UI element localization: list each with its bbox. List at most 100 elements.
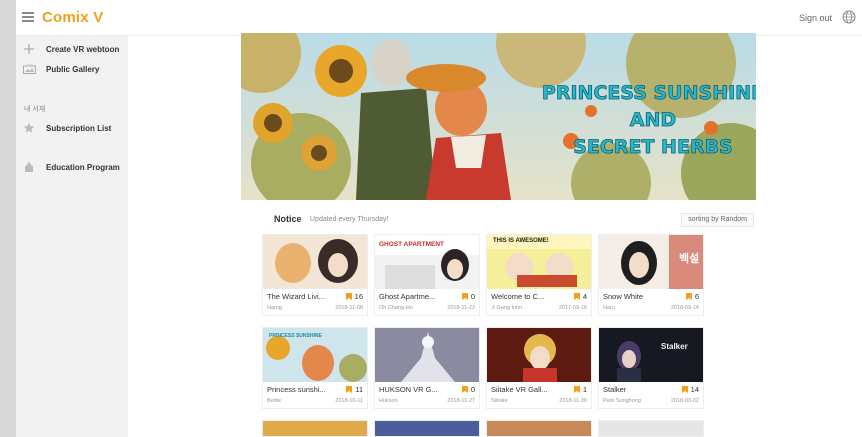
subscriber-count: 11 (346, 385, 363, 394)
thumbnail-caption: THIS IS AWESOME! (493, 238, 549, 244)
subscriber-count: 0 (461, 292, 475, 301)
bookmark-icon (681, 386, 688, 393)
sidebar-item-education-program[interactable]: Education Program (16, 159, 128, 175)
notice-row: Notice Updated every Thursday! sorting b… (274, 213, 754, 229)
card-date: 2018-11-30 (559, 398, 587, 404)
webtoon-card-partial[interactable] (486, 420, 592, 437)
bookmark-icon (461, 386, 468, 393)
webtoon-card[interactable]: PRINCESS SUNSHINE Princess sunshi... 11 Bet… (262, 327, 368, 409)
bookmark-icon (573, 293, 580, 300)
sidebar: Create VR webtoon Public Gallery 내 서재 Su… (16, 36, 128, 437)
webtoon-thumbnail (375, 328, 479, 382)
subscriber-count: 0 (461, 385, 475, 394)
hamburger-menu-icon[interactable] (22, 12, 34, 22)
count-value: 4 (582, 292, 587, 301)
webtoon-thumbnail: THIS IS AWESOME! (487, 235, 591, 289)
notice-title: Notice (274, 214, 302, 224)
top-bar: Comix V Sign out (16, 0, 862, 36)
sidebar-item-label: Create VR webtoon (46, 44, 120, 54)
gallery-icon (22, 63, 36, 75)
sidebar-item-label: Public Gallery (46, 64, 100, 74)
thumbnail-caption: PRINCESS SUNSHINE (269, 333, 322, 339)
subscriber-count: 16 (345, 292, 363, 301)
webtoon-card-partial[interactable] (598, 420, 704, 437)
webtoon-card[interactable]: 백설 Snow White 6 Haru 2018-09-14 (598, 234, 704, 316)
sidebar-section-heading: 내 서재 (24, 106, 46, 113)
app-window: Comix V Sign out Create VR webtoon Publi… (16, 0, 862, 437)
webtoon-thumbnail (487, 328, 591, 382)
count-value: 14 (690, 385, 699, 394)
sign-out-link[interactable]: Sign out (799, 13, 832, 23)
webtoon-thumbnail: GHOST APARTMENT (375, 235, 479, 289)
card-author: Park Sunghong (603, 398, 641, 404)
subscriber-count: 14 (681, 385, 699, 394)
card-date: 2018-03-02 (670, 398, 699, 404)
webtoon-card[interactable]: The Wizard Livi... 16 Harng 2018-11-08 (262, 234, 368, 316)
webtoon-card[interactable]: Stalker Stalker 14 Park Sunghong 2018-03-02 (598, 327, 704, 409)
webtoon-thumbnail (263, 235, 367, 289)
thumbnail-caption: GHOST APARTMENT (379, 240, 444, 248)
card-title: Stalker (603, 385, 627, 394)
card-date: 2018-11-08 (335, 305, 363, 311)
card-title: Ghost Apartme... (379, 292, 436, 301)
card-date: 2018-11-23 (447, 305, 475, 311)
card-author: Hukson (379, 398, 398, 404)
brand-logo[interactable]: Comix V (42, 9, 103, 26)
webtoon-card-partial[interactable] (374, 420, 480, 437)
subscriber-count: 4 (573, 292, 587, 301)
webtoon-thumbnail: 백설 (599, 235, 703, 289)
bookmark-icon (345, 293, 352, 300)
card-title: HUKSON VR G... (379, 385, 438, 394)
sort-dropdown[interactable]: sorting by Random (681, 213, 754, 227)
card-author: Oh Chang-Ho (379, 305, 413, 311)
banner-illustration: PRINCESS SUNSHINE AND SECRET HERBS (241, 33, 756, 200)
sidebar-item-label: Subscription List (46, 123, 112, 133)
card-date: 2018-09-14 (670, 305, 699, 311)
subscriber-count: 6 (685, 292, 699, 301)
webtoon-card[interactable]: THIS IS AWESOME! Welcome to C... 4 Ji Gang … (486, 234, 592, 316)
star-icon (22, 122, 36, 134)
bookmark-icon (573, 386, 580, 393)
card-title: Welcome to C... (491, 292, 545, 301)
banner-title-line2: AND (630, 109, 676, 131)
banner-title-line1: PRINCESS SUNSHINE (542, 82, 756, 104)
count-value: 6 (694, 292, 699, 301)
card-author: Bettie (267, 398, 282, 404)
bookmark-icon (685, 293, 692, 300)
count-value: 16 (354, 292, 363, 301)
webtoon-card-partial[interactable] (262, 420, 368, 437)
webtoon-card[interactable]: HUKSON VR G... 0 Hukson 2018-11-27 (374, 327, 480, 409)
card-author: Haru (603, 305, 615, 311)
count-value: 1 (582, 385, 587, 394)
globe-icon[interactable] (842, 10, 856, 24)
banner-title-line3: SECRET HERBS (573, 136, 732, 158)
card-date: 2018-10-11 (335, 398, 363, 404)
webtoon-card[interactable]: GHOST APARTMENT Ghost Apartme... 0 Oh Chang… (374, 234, 480, 316)
card-title: Princess sunshi... (267, 385, 326, 394)
bookmark-icon (461, 293, 468, 300)
sidebar-item-label: Education Program (46, 162, 120, 172)
card-author: Siitake (491, 398, 508, 404)
card-date: 2018-11-27 (447, 398, 475, 404)
thumbnail-caption: Stalker (661, 342, 688, 351)
card-date: 2017-09-16 (558, 305, 587, 311)
count-value: 0 (470, 292, 475, 301)
featured-banner[interactable]: PRINCESS SUNSHINE AND SECRET HERBS (241, 33, 756, 200)
count-value: 11 (355, 385, 363, 394)
webtoon-thumbnail: PRINCESS SUNSHINE (263, 328, 367, 382)
sidebar-item-create-vr-webtoon[interactable]: Create VR webtoon (16, 41, 128, 57)
card-title: The Wizard Livi... (267, 292, 325, 301)
subscriber-count: 1 (573, 385, 587, 394)
notice-subtitle: Updated every Thursday! (310, 216, 389, 223)
count-value: 0 (470, 385, 475, 394)
webtoon-card[interactable]: Siitake VR Gall... 1 Siitake 2018-11-30 (486, 327, 592, 409)
sidebar-item-subscription-list[interactable]: Subscription List (16, 120, 128, 136)
sidebar-item-public-gallery[interactable]: Public Gallery (16, 61, 128, 77)
card-author: Harng (267, 305, 282, 311)
plus-icon (22, 43, 36, 55)
thumbnail-caption: 백설 (679, 253, 700, 265)
card-title: Siitake VR Gall... (491, 385, 548, 394)
webtoon-thumbnail: Stalker (599, 328, 703, 382)
bookmark-icon (346, 386, 353, 393)
card-author: Ji Gang Inhn (491, 305, 523, 311)
